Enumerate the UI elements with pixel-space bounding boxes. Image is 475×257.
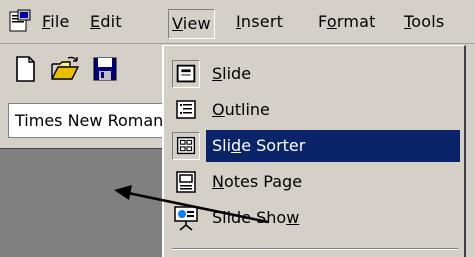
view-menu-item-label: Outline — [212, 100, 270, 119]
new-document-icon[interactable] — [10, 54, 40, 84]
slide-sorter-icon — [172, 132, 200, 160]
menu-insert[interactable]: Insert — [236, 11, 283, 37]
view-menu-dropdown: Slide Outline Slide Sorter Notes Page Sl… — [162, 45, 466, 257]
save-icon[interactable] — [90, 54, 120, 84]
menu-view[interactable]: View — [168, 9, 215, 39]
outline-view-icon — [176, 100, 196, 119]
menu-edit[interactable]: Edit — [90, 11, 122, 37]
view-menu-item-label: Notes Page — [212, 172, 303, 191]
menu-tools[interactable]: Tools — [404, 11, 444, 37]
slide-show-icon — [174, 206, 198, 231]
window-edge — [466, 44, 475, 257]
view-menu-item-outline[interactable]: Outline — [170, 92, 460, 128]
open-folder-icon[interactable] — [50, 54, 80, 84]
view-menu-item-label: Slide — [212, 64, 252, 83]
menu-file[interactable]: File — [42, 11, 70, 37]
menu-format[interactable]: Format — [318, 11, 376, 37]
menu-separator — [172, 248, 458, 250]
slide-view-icon — [172, 60, 200, 88]
powerpoint-window: File Edit View Insert Format Tools Times… — [0, 0, 475, 257]
notes-page-icon — [176, 171, 196, 193]
view-menu-item-slide[interactable]: Slide — [170, 56, 460, 92]
standard-toolbar — [0, 46, 170, 94]
view-menu-item-label: Slide Show — [212, 208, 300, 227]
view-menu-item-notes-page[interactable]: Notes Page — [170, 164, 460, 200]
document-app-icon — [9, 9, 31, 32]
view-menu-item-slide-show[interactable]: Slide Show — [170, 200, 460, 236]
font-name-box[interactable]: Times New Roman — [8, 103, 170, 138]
view-menu-item-label: Slide Sorter — [212, 136, 306, 155]
slide-workspace — [0, 148, 172, 257]
menu-bar: File Edit View Insert Format Tools — [0, 0, 475, 44]
view-menu-item-slide-sorter[interactable]: Slide Sorter — [170, 128, 460, 164]
